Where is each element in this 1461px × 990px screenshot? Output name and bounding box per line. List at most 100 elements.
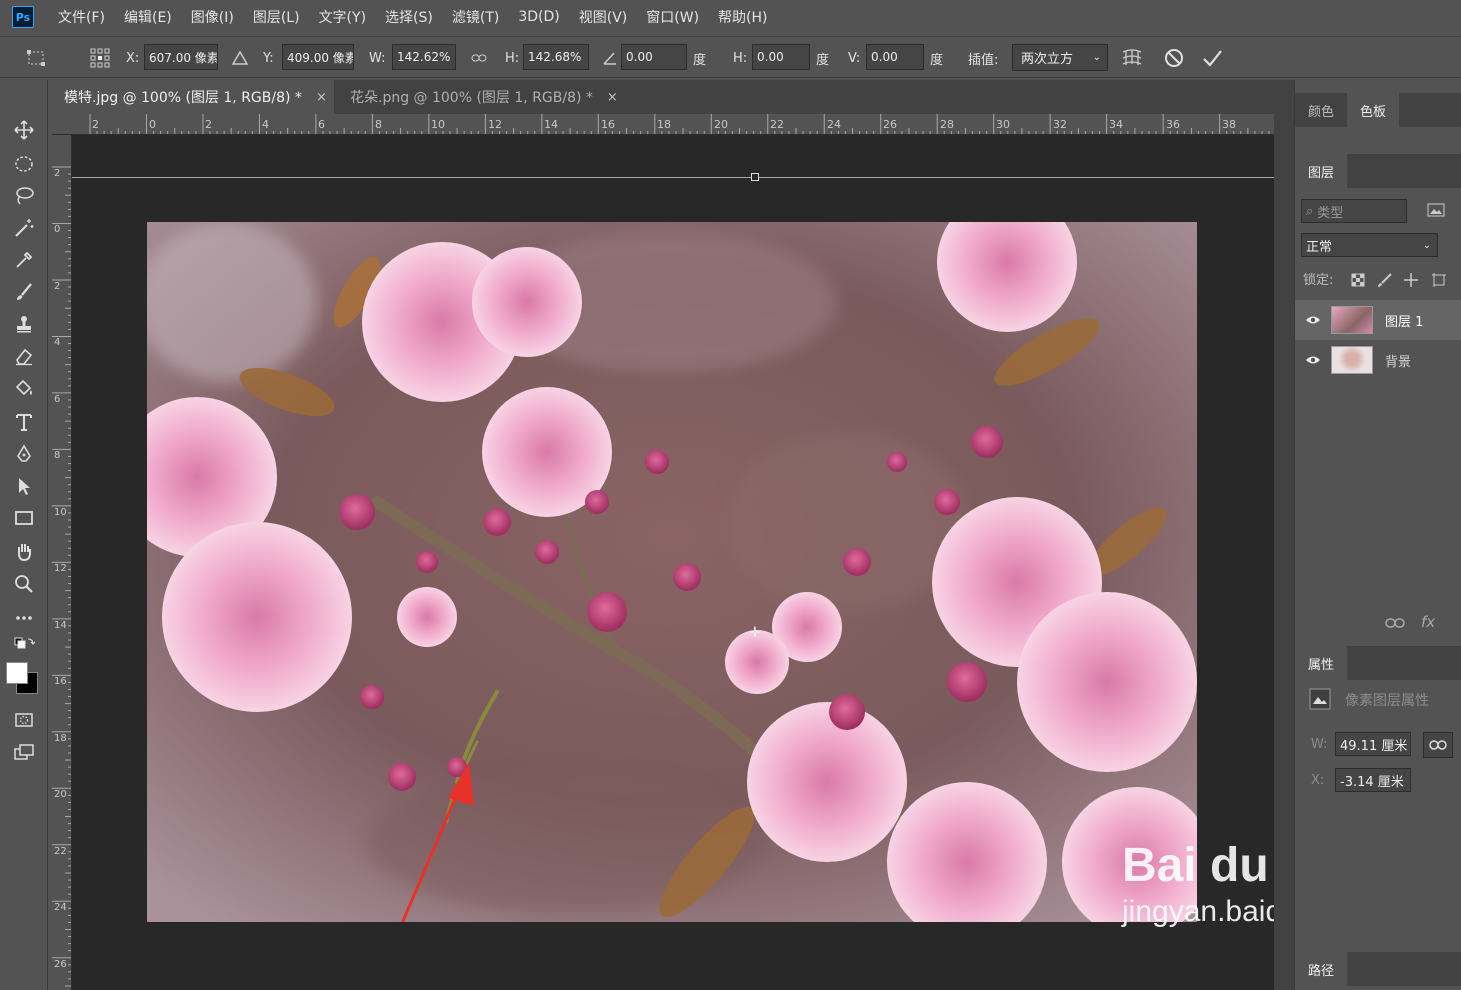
zoom-tool-icon[interactable]: [9, 570, 39, 598]
link-icon[interactable]: [467, 46, 491, 70]
menu-3d[interactable]: 3D(D): [518, 9, 559, 25]
menu-type[interactable]: 文字(Y): [319, 7, 366, 27]
image-filter-icon[interactable]: [1427, 202, 1445, 222]
delta-icon[interactable]: [228, 46, 252, 70]
brush-tool-icon[interactable]: [9, 278, 39, 306]
more-tools-icon[interactable]: [9, 604, 39, 632]
link-icon[interactable]: [1423, 732, 1453, 758]
prop-width-field[interactable]: 49.11 厘米: [1335, 732, 1411, 756]
horizontal-ruler: 2 0 2 4 6 8 10 12 14 16 18 20 22 24 26 2…: [52, 114, 1274, 135]
tab-paths[interactable]: 路径: [1295, 952, 1348, 986]
rectangle-tool-icon[interactable]: [9, 504, 39, 532]
lasso-tool-icon[interactable]: [9, 182, 39, 210]
stamp-tool-icon[interactable]: [9, 310, 39, 338]
chevron-down-icon: ⌄: [1092, 52, 1101, 63]
ruler-label: 32: [1053, 118, 1067, 131]
menu-edit[interactable]: 编辑(E): [124, 7, 172, 27]
paths-tabs: 路径: [1295, 952, 1461, 986]
cancel-transform-icon[interactable]: [1162, 46, 1186, 70]
properties-title: 像素图层属性: [1345, 693, 1429, 709]
menu-layer[interactable]: 图层(L): [253, 7, 300, 27]
path-selection-tool-icon[interactable]: [9, 472, 39, 500]
layer-row-background[interactable]: 背景: [1295, 340, 1461, 380]
screen-mode-icon[interactable]: [9, 738, 39, 766]
menu-file[interactable]: 文件(F): [58, 7, 105, 27]
transform-tool-icon[interactable]: [24, 46, 48, 70]
width-percent-field[interactable]: 142.62%: [392, 44, 456, 70]
layer-filter-select[interactable]: ⌕ 类型: [1301, 199, 1407, 223]
blend-mode-value: 正常: [1306, 239, 1333, 255]
rotate-angle-field[interactable]: 0.00: [621, 44, 687, 70]
tab-properties[interactable]: 属性: [1295, 646, 1348, 680]
blend-mode-select[interactable]: 正常 ⌄: [1301, 233, 1438, 257]
lock-artboard-icon[interactable]: [1431, 272, 1447, 292]
move-tool-icon[interactable]: [9, 116, 39, 144]
color-swatch-tabs: 颜色 色板: [1295, 93, 1461, 127]
lock-transparency-icon[interactable]: [1351, 273, 1365, 291]
paint-bucket-tool-icon[interactable]: [9, 374, 39, 402]
ruler-label: 0: [54, 224, 61, 235]
reference-point-icon[interactable]: [88, 46, 112, 70]
layers-tabs: 图层: [1295, 154, 1461, 188]
close-icon[interactable]: ×: [316, 90, 327, 105]
photoshop-logo-icon[interactable]: Ps: [12, 6, 34, 28]
tab-model-jpg[interactable]: 模特.jpg @ 100% (图层 1, RGB/8) * ×: [52, 80, 334, 114]
eyedropper-tool-icon[interactable]: [9, 246, 39, 274]
ruler-label: 8: [54, 450, 61, 461]
interpolation-select[interactable]: 两次立方 ⌄: [1012, 44, 1108, 71]
ruler-label: 36: [1166, 118, 1180, 131]
hand-tool-icon[interactable]: [9, 538, 39, 566]
hskew-unit-label: 度: [816, 52, 830, 68]
default-colors-icon[interactable]: [9, 636, 39, 656]
y-position-field[interactable]: 409.00 像素: [282, 44, 354, 70]
quick-mask-icon[interactable]: [9, 706, 39, 734]
x-position-field[interactable]: 607.00 像素: [144, 44, 218, 70]
eraser-tool-icon[interactable]: [9, 342, 39, 370]
tab-color[interactable]: 颜色: [1295, 93, 1347, 127]
tab-layers[interactable]: 图层: [1295, 154, 1348, 188]
pixel-layer-icon: [1309, 688, 1331, 714]
ruler-label: 20: [714, 118, 728, 131]
vskew-field[interactable]: 0.00: [866, 44, 924, 70]
menu-help[interactable]: 帮助(H): [718, 7, 767, 27]
fx-icon[interactable]: fx: [1421, 613, 1435, 631]
magic-wand-tool-icon[interactable]: [9, 214, 39, 242]
menu-select[interactable]: 选择(S): [385, 7, 433, 27]
tab-flower-png[interactable]: 花朵.png @ 100% (图层 1, RGB/8) * ×: [338, 80, 628, 114]
right-panels: 颜色 色板 图层 ⌕ 类型 正常 ⌄ 锁定: 图层 1 背景 fx 属性 像素图…: [1294, 80, 1461, 990]
type-tool-icon[interactable]: [9, 408, 39, 436]
layer-name: 图层 1: [1385, 314, 1424, 330]
menu-window[interactable]: 窗口(W): [646, 7, 699, 27]
menu-view[interactable]: 视图(V): [579, 7, 628, 27]
marquee-tool-icon[interactable]: [9, 150, 39, 178]
link-layers-icon[interactable]: [1385, 617, 1405, 633]
pen-tool-icon[interactable]: [9, 440, 39, 468]
layer-row-layer1[interactable]: 图层 1: [1295, 300, 1461, 340]
close-icon[interactable]: ×: [607, 90, 618, 105]
ruler-label: 24: [827, 118, 841, 131]
interpolation-label: 插值:: [968, 52, 999, 68]
height-percent-field[interactable]: 142.68%: [523, 44, 589, 70]
transform-bounding-edge[interactable]: [72, 177, 1274, 178]
warp-icon[interactable]: [1120, 46, 1144, 70]
search-icon: ⌕: [1306, 203, 1314, 219]
commit-transform-icon[interactable]: [1200, 46, 1224, 70]
lock-position-icon[interactable]: [1403, 272, 1419, 292]
eye-icon[interactable]: [1295, 315, 1331, 325]
lock-pixels-icon[interactable]: [1377, 272, 1393, 292]
flower-image-layer[interactable]: [147, 222, 1197, 922]
foreground-color-swatch[interactable]: [6, 662, 28, 684]
eye-icon[interactable]: [1295, 355, 1331, 365]
ruler-label: 8: [375, 118, 382, 131]
hskew-field[interactable]: 0.00: [752, 44, 810, 70]
tab-label: 花朵.png @ 100% (图层 1, RGB/8) *: [350, 90, 593, 106]
chevron-down-icon: ⌄: [1422, 239, 1431, 251]
document-canvas[interactable]: ✛ Bai du 经验 jingyan.baidu.com: [72, 135, 1274, 990]
tab-swatches[interactable]: 色板: [1347, 93, 1400, 127]
transform-handle[interactable]: [751, 173, 759, 181]
menu-filter[interactable]: 滤镜(T): [452, 7, 499, 27]
options-bar: X: 607.00 像素 Y: 409.00 像素 W: 142.62% H: …: [0, 36, 1461, 78]
ruler-label: 2: [54, 168, 61, 179]
menu-image[interactable]: 图像(I): [191, 7, 234, 27]
prop-x-field[interactable]: -3.14 厘米: [1335, 768, 1411, 792]
